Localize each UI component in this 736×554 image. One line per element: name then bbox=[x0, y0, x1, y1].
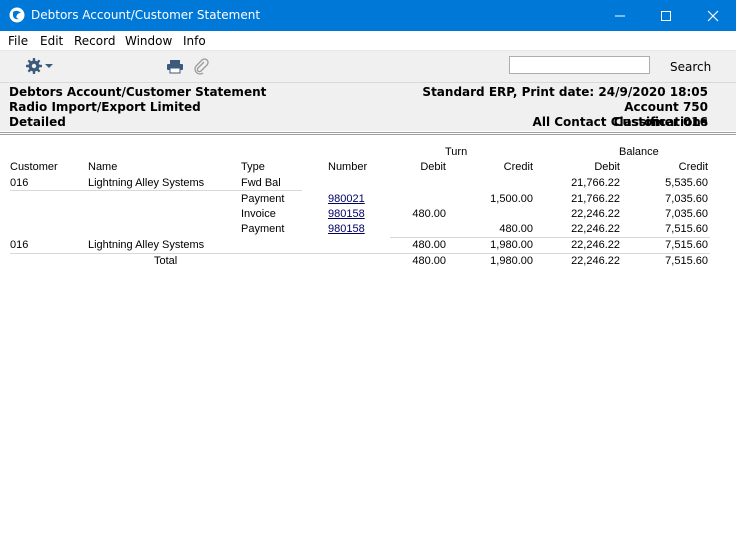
row-debit: 480.00 bbox=[412, 208, 446, 220]
report-title: Debtors Account/Customer Statement bbox=[9, 85, 267, 99]
subtotal-balance-credit: 7,515.60 bbox=[665, 239, 708, 251]
toolbar: Search bbox=[0, 51, 736, 82]
turn-group-header: Turn bbox=[445, 146, 468, 158]
close-button[interactable] bbox=[690, 0, 736, 31]
total-credit: 1,980.00 bbox=[490, 255, 533, 267]
title-bar: Debtors Account/Customer Statement bbox=[0, 0, 736, 31]
header-divider bbox=[0, 132, 736, 133]
row-type: Invoice bbox=[241, 208, 276, 220]
operations-menu-button[interactable] bbox=[25, 57, 55, 75]
close-icon bbox=[707, 10, 719, 22]
col-customer-header: Customer bbox=[10, 161, 58, 173]
row-type: Fwd Bal bbox=[241, 177, 281, 189]
subtotal-customer: 016 bbox=[10, 239, 29, 251]
report-header: Debtors Account/Customer Statement Radio… bbox=[0, 82, 736, 131]
print-icon[interactable] bbox=[166, 59, 184, 74]
balance-group-header: Balance bbox=[619, 146, 659, 158]
maximize-icon bbox=[661, 11, 671, 21]
col-number-header: Number bbox=[328, 161, 368, 173]
chevron-down-icon bbox=[45, 64, 53, 68]
subtotal-name: Lightning Alley Systems bbox=[88, 239, 205, 251]
subtotal-debit: 480.00 bbox=[412, 239, 446, 251]
total-divider bbox=[10, 253, 710, 254]
row-number-link[interactable]: 980158 bbox=[328, 223, 365, 235]
customer-filter: Customer 016 bbox=[613, 115, 708, 129]
total-balance-credit: 7,515.60 bbox=[665, 255, 708, 267]
account-filter: Account 750 bbox=[624, 100, 708, 114]
menu-info[interactable]: Info bbox=[183, 34, 206, 48]
row-type: Payment bbox=[241, 193, 285, 205]
row-balance-credit: 5,535.60 bbox=[665, 177, 708, 189]
menu-file[interactable]: File bbox=[8, 34, 28, 48]
total-debit: 480.00 bbox=[412, 255, 446, 267]
col-name-header: Name bbox=[88, 161, 118, 173]
subtotal-balance-debit: 22,246.22 bbox=[571, 239, 620, 251]
search-input[interactable] bbox=[509, 56, 650, 74]
row-balance-credit: 7,035.60 bbox=[665, 193, 708, 205]
menu-edit[interactable]: Edit bbox=[40, 34, 63, 48]
total-label: Total bbox=[154, 255, 178, 267]
window-title: Debtors Account/Customer Statement bbox=[31, 8, 261, 22]
row-balance-credit: 7,515.60 bbox=[665, 223, 708, 235]
header-divider-2 bbox=[0, 134, 736, 135]
app-logo-icon bbox=[9, 7, 25, 23]
col-credit-header: Credit bbox=[503, 161, 533, 173]
maximize-button[interactable] bbox=[643, 0, 689, 31]
menu-window[interactable]: Window bbox=[125, 34, 172, 48]
row-name: Lightning Alley Systems bbox=[88, 177, 205, 189]
minimize-button[interactable] bbox=[597, 0, 643, 31]
total-balance-debit: 22,246.22 bbox=[571, 255, 620, 267]
report-body: Turn Balance Customer Name Type Number D… bbox=[0, 140, 736, 554]
subtotal-divider bbox=[390, 237, 710, 238]
row-balance-debit: 21,766.22 bbox=[571, 193, 620, 205]
row-credit: 1,500.00 bbox=[490, 193, 533, 205]
menu-bar: File Edit Record Window Info bbox=[0, 31, 736, 51]
row-balance-debit: 22,246.22 bbox=[571, 208, 620, 220]
row-type: Payment bbox=[241, 223, 285, 235]
col-debit-header: Debit bbox=[420, 161, 446, 173]
company-name: Radio Import/Export Limited bbox=[9, 100, 201, 114]
menu-record[interactable]: Record bbox=[74, 34, 115, 48]
report-mode: Detailed bbox=[9, 115, 66, 129]
col-balance-debit-header: Debit bbox=[594, 161, 620, 173]
gear-icon bbox=[26, 58, 53, 74]
row-divider bbox=[10, 190, 302, 191]
attachment-icon[interactable] bbox=[193, 58, 209, 75]
col-balance-credit-header: Credit bbox=[678, 161, 708, 173]
row-balance-credit: 7,035.60 bbox=[665, 208, 708, 220]
row-balance-debit: 22,246.22 bbox=[571, 223, 620, 235]
col-type-header: Type bbox=[241, 161, 265, 173]
minimize-icon bbox=[615, 15, 625, 17]
print-info: Standard ERP, Print date: 24/9/2020 18:0… bbox=[422, 85, 708, 99]
search-button[interactable]: Search bbox=[670, 60, 711, 74]
row-balance-debit: 21,766.22 bbox=[571, 177, 620, 189]
subtotal-credit: 1,980.00 bbox=[490, 239, 533, 251]
row-customer: 016 bbox=[10, 177, 29, 189]
row-credit: 480.00 bbox=[499, 223, 533, 235]
row-number-link[interactable]: 980021 bbox=[328, 193, 365, 205]
row-number-link[interactable]: 980158 bbox=[328, 208, 365, 220]
